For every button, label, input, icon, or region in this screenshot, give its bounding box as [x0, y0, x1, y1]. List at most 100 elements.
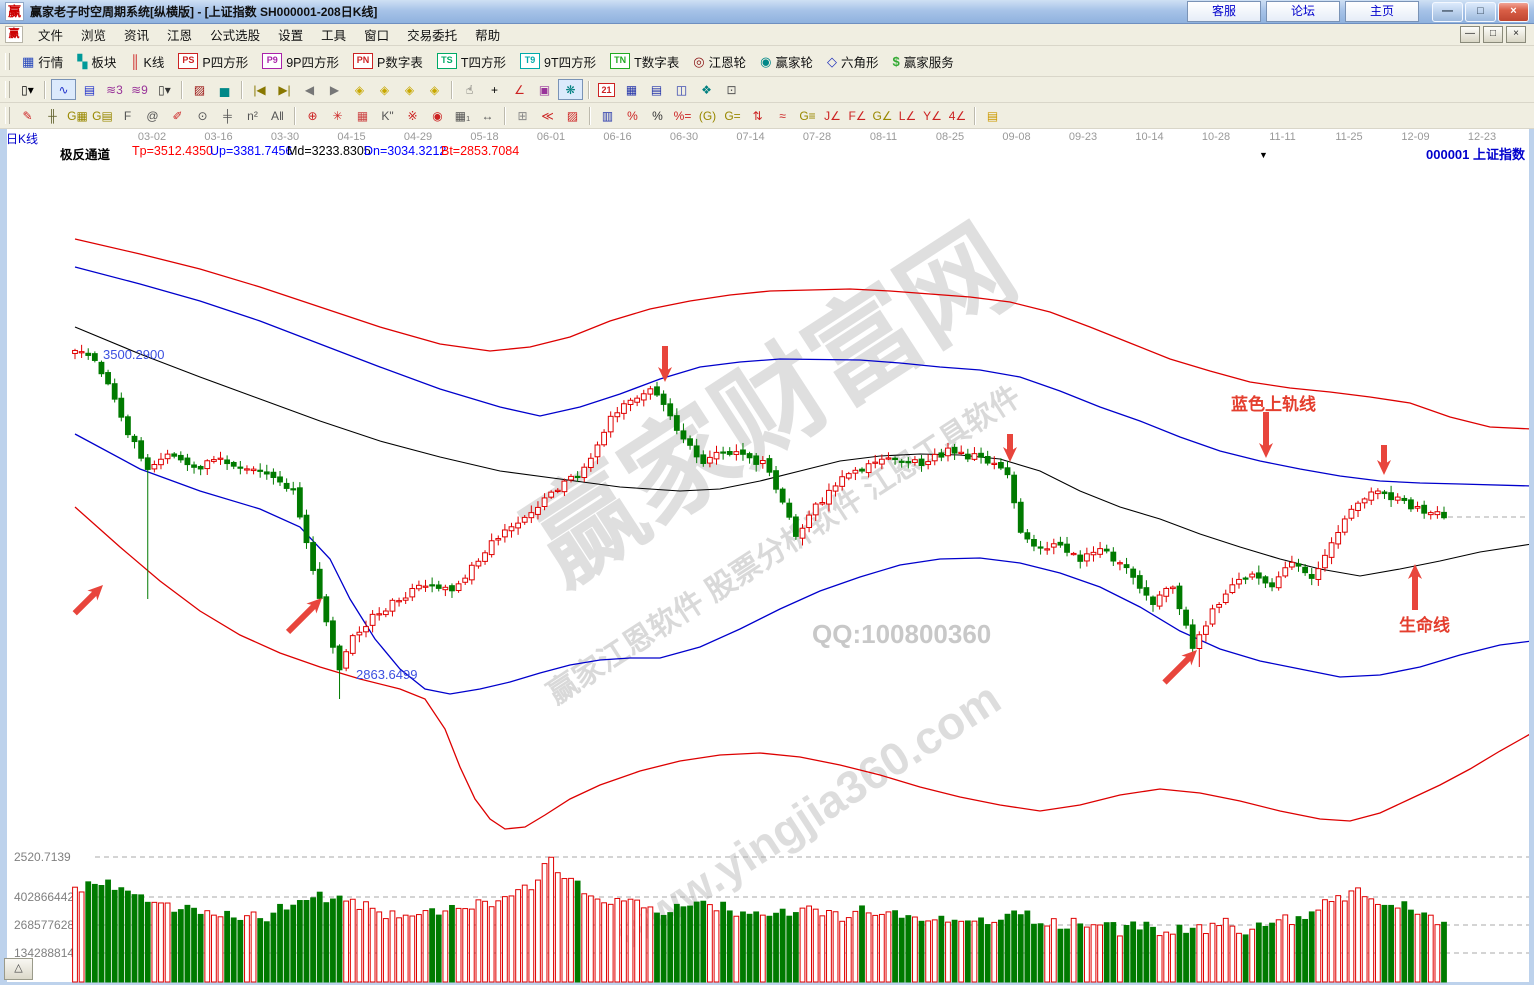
time-wheel-icon[interactable]: ⊙ [191, 106, 214, 126]
j-rays-icon[interactable]: J∠ [821, 106, 844, 126]
f-rays-icon[interactable]: F∠ [846, 106, 869, 126]
f-ruler-icon[interactable]: F [116, 106, 139, 126]
smart-analysis-icon[interactable]: ❋ [558, 79, 583, 100]
spiral-icon[interactable]: @ [141, 106, 164, 126]
speed-rays-icon[interactable]: ≪ [536, 106, 559, 126]
service-button[interactable]: 客服 [1187, 1, 1261, 22]
gold-grid-1-icon[interactable]: G▦ [66, 106, 89, 126]
save-disk-icon[interactable]: ◫ [670, 80, 693, 100]
shen-grid-icon[interactable]: ※ [401, 106, 424, 126]
printer-icon[interactable]: ⊡ [720, 80, 743, 100]
grid-123-icon[interactable]: ▦₁ [451, 106, 474, 126]
hand-drag-icon[interactable]: ☝ [458, 80, 481, 100]
t-square-button[interactable]: TS T四方形 [430, 50, 513, 73]
9p-square-button[interactable]: P9 9P四方形 [255, 50, 346, 73]
angle-measure-icon[interactable]: ∠ [508, 80, 531, 100]
9t-square-button[interactable]: T9 9T四方形 [513, 50, 603, 73]
gold-levels-icon[interactable]: G= [721, 106, 744, 126]
wave-3-icon[interactable]: ≋3 [103, 80, 126, 100]
scroll-position-marker[interactable]: ▼ [1259, 150, 1268, 160]
percent-change-icon[interactable]: % [621, 106, 644, 126]
percent-icon[interactable]: % [646, 106, 669, 126]
menu-文件[interactable]: 文件 [29, 23, 72, 46]
stats-panel-icon[interactable]: ▥ [596, 106, 619, 126]
menu-江恩[interactable]: 江恩 [158, 23, 201, 46]
ying-grid-icon[interactable]: ◉ [426, 106, 449, 126]
menu-公式选股[interactable]: 公式选股 [201, 23, 269, 46]
menu-设置[interactable]: 设置 [269, 23, 312, 46]
go-next-icon[interactable]: ▶ [323, 80, 346, 100]
gold-circle-icon[interactable]: (G) [696, 106, 719, 126]
menu-浏览[interactable]: 浏览 [72, 23, 115, 46]
crosshair-icon[interactable]: + [483, 80, 506, 100]
wave-9-icon[interactable]: ≋9 [128, 80, 151, 100]
child-minimize-button[interactable]: — [1460, 26, 1480, 43]
menu-窗口[interactable]: 窗口 [355, 23, 398, 46]
marker-pen-icon[interactable]: ✐ [166, 106, 189, 126]
tick-ruler-icon[interactable]: ╪ [216, 106, 239, 126]
single-candle-menu-icon[interactable]: ▯▾ [153, 80, 176, 100]
child-close-button[interactable]: × [1506, 26, 1526, 43]
gold-grid-2-icon[interactable]: G▤ [91, 106, 114, 126]
net-save-icon[interactable]: ❖ [695, 80, 718, 100]
lian-rays-icon[interactable]: L∠ [896, 106, 919, 126]
menu-资讯[interactable]: 资讯 [115, 23, 158, 46]
homepage-button[interactable]: 主页 [1345, 1, 1419, 22]
ying-rays-icon[interactable]: Y∠ [921, 106, 944, 126]
winner-service-button[interactable]: $ 赢家服务 [885, 50, 960, 73]
hexagon-button[interactable]: ◇ 六角形 [820, 50, 886, 73]
expand-diamond-icon[interactable]: ◈ [423, 80, 446, 100]
time-grid-icon[interactable]: ╫ [41, 106, 64, 126]
mirror-tool-icon[interactable]: A‖ [266, 106, 289, 126]
kline-chart-canvas[interactable]: 赢家财富网赢家江恩软件 股票分析软件 江恩工具软件www.yingjia360.… [0, 162, 1534, 983]
kline-style-menu-icon[interactable]: ▯▾ [16, 80, 39, 100]
corner-triangle-button[interactable]: △ [4, 958, 33, 980]
si-rays-icon[interactable]: 4∠ [946, 106, 969, 126]
pencil-draw-icon[interactable]: ✎ [16, 106, 39, 126]
kline-button[interactable]: ║ K线 [123, 50, 171, 73]
menu-交易委托[interactable]: 交易委托 [398, 23, 466, 46]
target-cross-icon[interactable]: ⊕ [301, 106, 324, 126]
forum-button[interactable]: 论坛 [1266, 1, 1340, 22]
minimize-button[interactable]: — [1432, 1, 1463, 22]
net-grid-icon[interactable]: ▦ [351, 106, 374, 126]
compress-diamond-icon[interactable]: ◈ [398, 80, 421, 100]
yellow-panel-icon[interactable]: ▤ [981, 106, 1004, 126]
p-number-table-button[interactable]: PN P数字表 [346, 50, 430, 73]
close-button[interactable]: × [1498, 1, 1529, 22]
go-prev-icon[interactable]: ◀ [298, 80, 321, 100]
gann-wheel-button[interactable]: ◎ 江恩轮 [686, 50, 753, 73]
child-restore-button[interactable]: □ [1483, 26, 1503, 43]
shift-left-diamond-icon[interactable]: ◈ [348, 80, 371, 100]
shift-right-diamond-icon[interactable]: ◈ [373, 80, 396, 100]
volume-profile-icon[interactable]: ▅ [213, 80, 236, 100]
gann-box-tool-icon[interactable]: ▣ [533, 80, 556, 100]
quotes-button[interactable]: ▦ 行情 [15, 50, 70, 73]
highlight-region-icon[interactable]: ▨ [188, 80, 211, 100]
panel-frame-icon[interactable]: ⊞ [511, 106, 534, 126]
go-first-icon[interactable]: |◀ [248, 80, 271, 100]
info-panel-icon[interactable]: ▤ [78, 80, 101, 100]
menu-工具[interactable]: 工具 [312, 23, 355, 46]
shade-box-icon[interactable]: ▨ [561, 106, 584, 126]
trend-outline-icon[interactable]: ∿ [51, 79, 76, 100]
width-measure-icon[interactable]: ↔ [476, 106, 499, 126]
gold-rays-icon[interactable]: G∠ [871, 106, 894, 126]
wave-band-icon[interactable]: ≈ [771, 106, 794, 126]
winner-wheel-button[interactable]: ◉ 赢家轮 [753, 50, 820, 73]
go-last-icon[interactable]: ▶| [273, 80, 296, 100]
calendar-icon[interactable]: 21 [595, 80, 618, 100]
report-pad-icon[interactable]: ▤ [645, 80, 668, 100]
sectors-button[interactable]: ▚ 板块 [70, 50, 123, 73]
n-squared-icon[interactable]: n² [241, 106, 264, 126]
star-burst-icon[interactable]: ✳ [326, 106, 349, 126]
restore-button[interactable]: □ [1465, 1, 1496, 22]
menu-帮助[interactable]: 帮助 [466, 23, 509, 46]
k-prime-icon[interactable]: K" [376, 106, 399, 126]
gold-band-icon[interactable]: G≡ [796, 106, 819, 126]
calculator-icon[interactable]: ▦ [620, 80, 643, 100]
flag-pen-icon[interactable]: ⇅ [746, 106, 769, 126]
t-number-table-button[interactable]: TN T数字表 [603, 50, 686, 73]
percent-levels-icon[interactable]: %= [671, 106, 694, 126]
p-square-button[interactable]: PS P四方形 [171, 50, 255, 73]
